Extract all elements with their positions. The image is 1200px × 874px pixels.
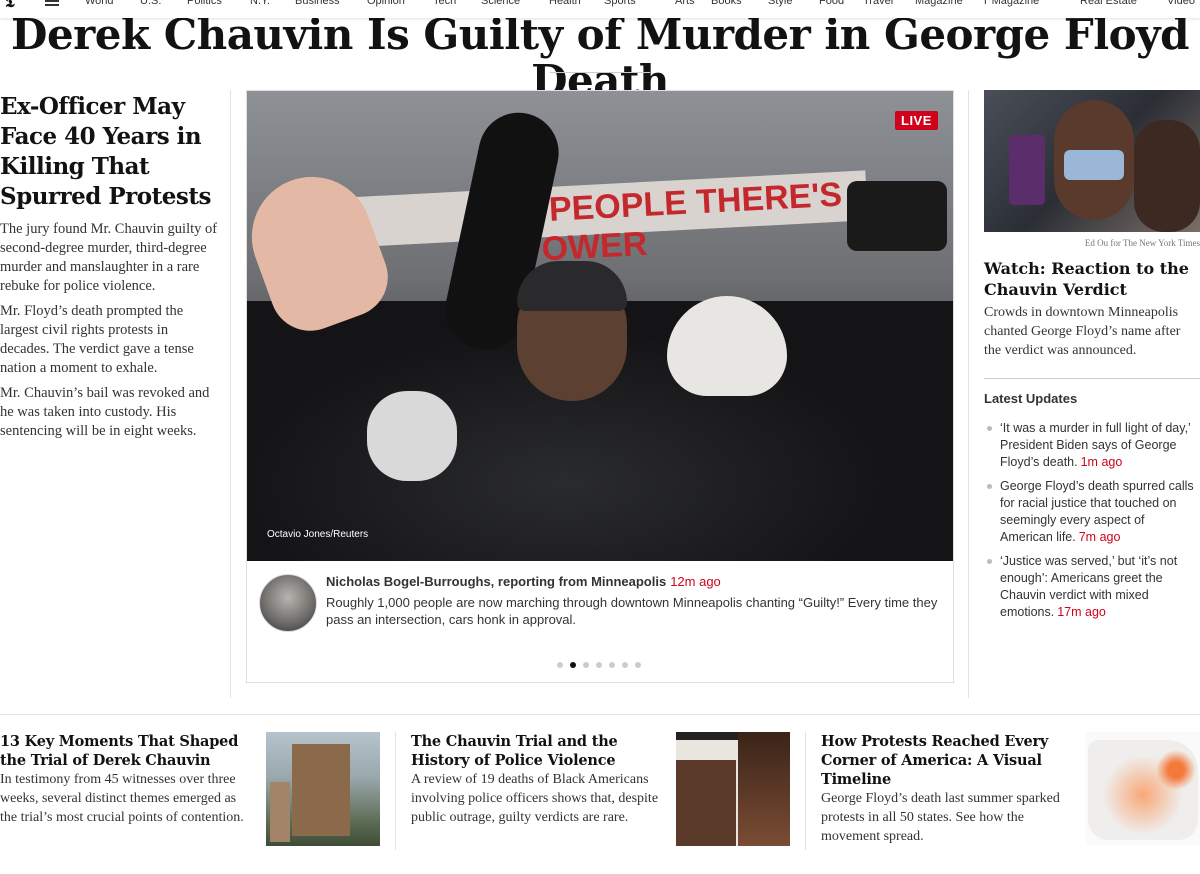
photo-credit: Ed Ou for The New York Times xyxy=(1084,238,1200,248)
update-time: 7m ago xyxy=(1078,530,1121,544)
nav-item[interactable]: T Magazine xyxy=(982,0,1039,7)
lead-paragraph: Mr. Chauvin’s bail was revoked and he wa… xyxy=(0,385,210,439)
story-title[interactable]: The Chauvin Trial and the History of Pol… xyxy=(411,732,661,770)
story-card[interactable]: The Chauvin Trial and the History of Pol… xyxy=(411,732,661,852)
nav-item[interactable]: Business xyxy=(295,0,340,7)
video-thumbnail[interactable] xyxy=(984,90,1200,232)
nav-item[interactable]: N.Y. xyxy=(250,0,270,7)
nav-item[interactable]: Sports xyxy=(604,0,636,7)
carousel-dot[interactable] xyxy=(609,662,615,668)
nav-item[interactable]: Arts xyxy=(675,0,695,7)
story-card[interactable]: How Protests Reached Every Corner of Ame… xyxy=(821,732,1071,852)
video-story: Ed Ou for The New York Times Watch: Reac… xyxy=(984,90,1200,628)
story-image[interactable] xyxy=(1086,732,1200,846)
update-time: 12m ago xyxy=(670,574,721,589)
top-navigation: 𝕿 World U.S. Politics N.Y. Business Opinion Te… xyxy=(0,0,1200,18)
live-coverage-card[interactable]: S PEOPLE THERE'S POWER LIVE Octavio Jone… xyxy=(246,90,954,683)
nyt-logo[interactable]: 𝕿 xyxy=(5,0,15,10)
update-item[interactable]: George Floyd’s death spurred calls for r… xyxy=(984,478,1200,546)
nav-item[interactable]: Politics xyxy=(187,0,222,7)
story-summary: In testimony from 45 witnesses over thre… xyxy=(0,772,244,825)
carousel-dot[interactable] xyxy=(622,662,628,668)
update-time: 17m ago xyxy=(1057,605,1106,619)
reporter-avatar xyxy=(259,574,317,632)
nav-item[interactable]: Magazine xyxy=(915,0,963,7)
nav-item[interactable]: World xyxy=(85,0,114,7)
menu-icon[interactable] xyxy=(45,0,59,8)
story-card[interactable]: 13 Key Moments That Shaped the Trial of … xyxy=(0,732,250,852)
live-badge: LIVE xyxy=(895,111,938,130)
reporter-byline: Nicholas Bogel-Burroughs, reporting from… xyxy=(326,574,721,589)
nav-item[interactable]: Food xyxy=(819,0,844,7)
carousel-dot[interactable] xyxy=(557,662,563,668)
nav-item[interactable]: Travel xyxy=(863,0,893,7)
nav-item[interactable]: Science xyxy=(481,0,520,7)
column-divider xyxy=(805,732,806,850)
update-item[interactable]: ‘It was a murder in full light of day,’ … xyxy=(984,420,1200,471)
headline-divider xyxy=(550,72,650,73)
carousel-dot[interactable] xyxy=(596,662,602,668)
video-story-summary: Crowds in downtown Minneapolis chanted G… xyxy=(984,305,1181,358)
photo-credit: Octavio Jones/Reuters xyxy=(267,529,369,540)
lead-paragraph: The jury found Mr. Chauvin guilty of sec… xyxy=(0,221,218,294)
latest-updates-heading: Latest Updates xyxy=(984,391,1078,406)
update-item[interactable]: ‘Justice was served,’ but ‘it’s not enou… xyxy=(984,553,1200,621)
column-divider xyxy=(395,732,396,850)
nav-item[interactable]: Books xyxy=(711,0,742,7)
divider xyxy=(984,378,1200,379)
story-summary: George Floyd’s death last summer sparked… xyxy=(821,791,1060,844)
lead-paragraph: Mr. Floyd’s death prompted the largest c… xyxy=(0,303,194,376)
update-time: 1m ago xyxy=(1080,455,1123,469)
nav-item[interactable]: Video xyxy=(1167,0,1195,7)
carousel-dot[interactable] xyxy=(570,662,576,668)
carousel-dot[interactable] xyxy=(635,662,641,668)
section-divider xyxy=(0,714,1200,715)
story-title[interactable]: 13 Key Moments That Shaped the Trial of … xyxy=(0,732,250,770)
carousel-dot[interactable] xyxy=(583,662,589,668)
nav-item[interactable]: U.S. xyxy=(140,0,161,7)
story-title[interactable]: How Protests Reached Every Corner of Ame… xyxy=(821,732,1071,789)
lead-story-title[interactable]: Ex-Officer May Face 40 Years in Killing … xyxy=(0,92,218,212)
nav-item[interactable]: Health xyxy=(549,0,581,7)
nav-item[interactable]: Tech xyxy=(433,0,456,7)
column-divider xyxy=(230,90,231,698)
latest-updates-list: ‘It was a murder in full light of day,’ … xyxy=(984,420,1200,621)
nav-item[interactable]: Style xyxy=(768,0,792,7)
column-divider xyxy=(968,90,969,698)
story-image[interactable] xyxy=(676,732,790,846)
update-text: Roughly 1,000 people are now marching th… xyxy=(326,595,938,627)
live-photo[interactable]: S PEOPLE THERE'S POWER LIVE Octavio Jone… xyxy=(247,91,953,561)
story-image[interactable] xyxy=(266,732,380,846)
nav-item[interactable]: Opinion xyxy=(367,0,405,7)
lead-story: Ex-Officer May Face 40 Years in Killing … xyxy=(0,92,218,447)
video-story-title[interactable]: Watch: Reaction to the Chauvin Verdict xyxy=(984,258,1200,300)
story-summary: A review of 19 deaths of Black Americans… xyxy=(411,772,659,825)
carousel-dots[interactable] xyxy=(557,662,641,668)
nav-item[interactable]: Real Estate xyxy=(1080,0,1137,7)
